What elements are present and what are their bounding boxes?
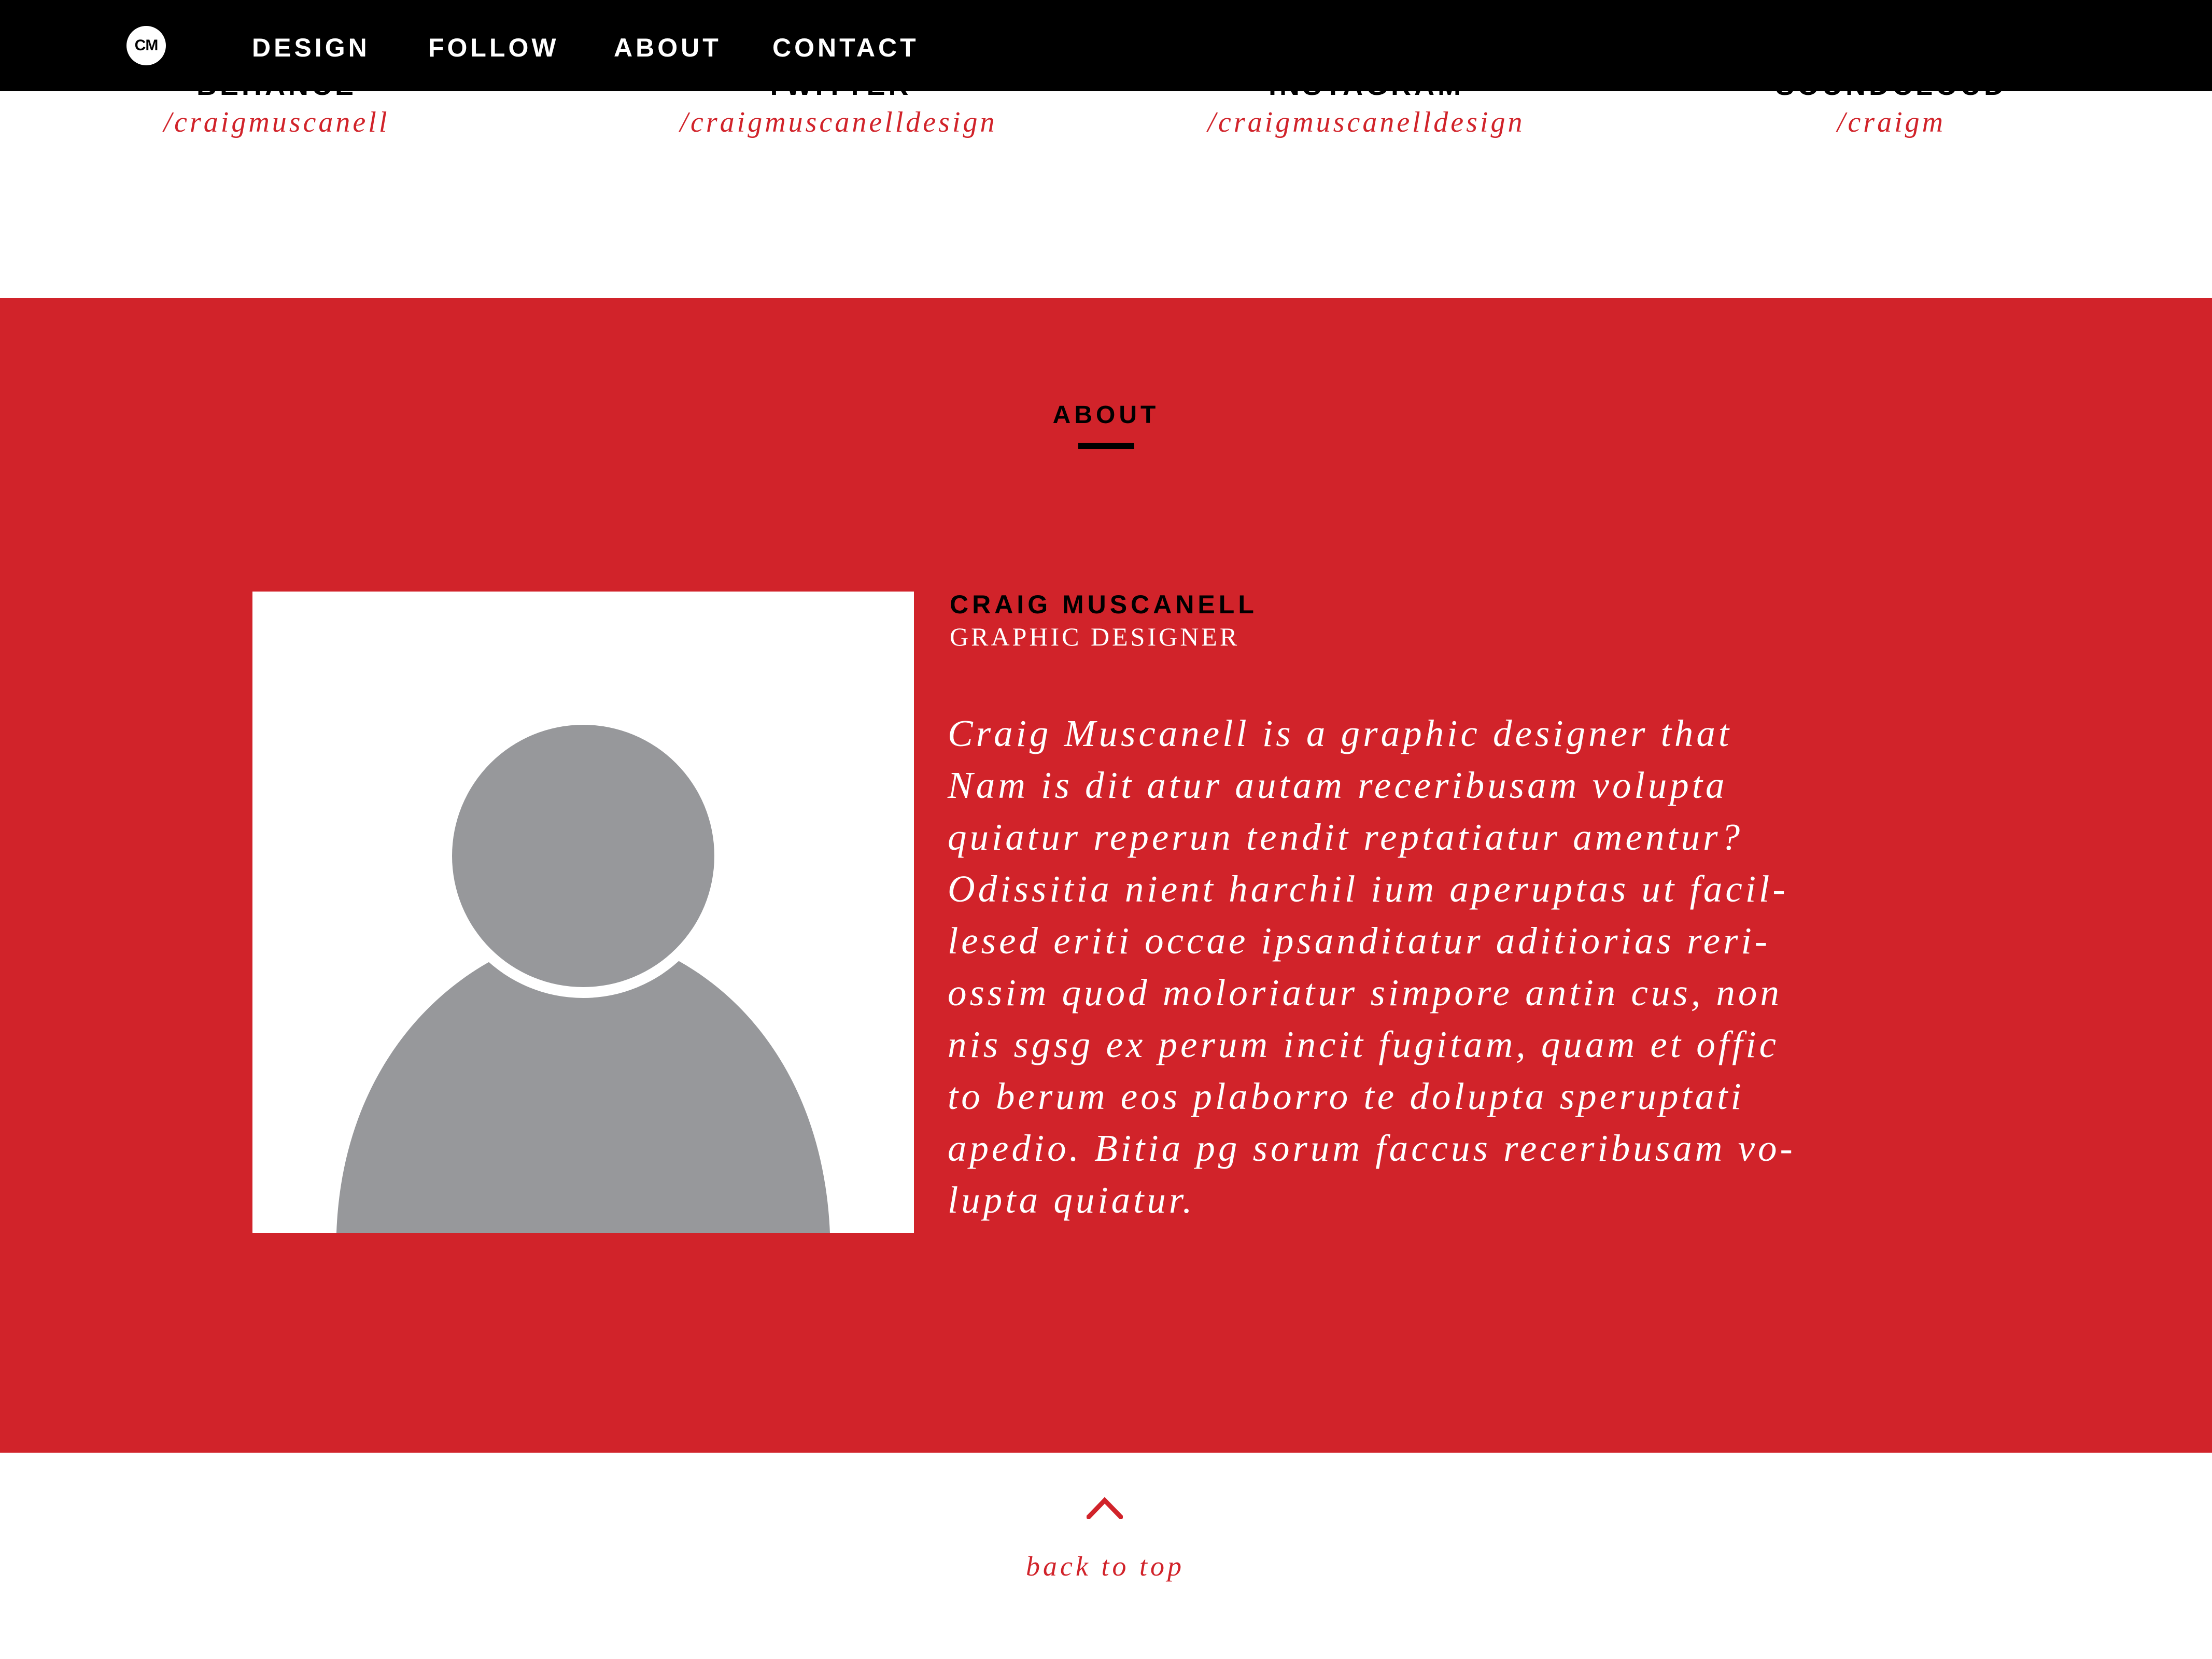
page: BEHANCE /craigmuscanell TWITTER /craigmu… (0, 0, 2212, 1659)
profile-photo-placeholder (252, 592, 914, 1233)
bio-line: lupta quiatur. (948, 1179, 1195, 1221)
follow-handle: /craigmuscanelldesign (1207, 106, 1525, 138)
person-role: GRAPHIC DESIGNER (950, 622, 1240, 651)
nav-link-contact[interactable]: CONTACT (772, 32, 919, 63)
bio-line: nis sgsg ex perum incit fugitam, quam et… (948, 1023, 1780, 1065)
bio-line: quiatur reperun tendit reptatiatur ament… (948, 816, 1743, 858)
bio-line: apedio. Bitia pg sorum faccus receribusa… (948, 1127, 1796, 1169)
bio-line: ossim quod moloriatur simpore antin cus,… (948, 972, 1782, 1014)
bio-line: Odissitia nient harchil ium aperuptas ut… (948, 868, 1788, 910)
section-title-underline (1078, 443, 1134, 449)
bio-line: lesed eriti occae ipsanditatur aditioria… (948, 920, 1771, 962)
bio-paragraph: Craig Muscanell is a graphic designer th… (948, 708, 1984, 1226)
bio-line: Craig Muscanell is a graphic designer th… (948, 712, 1732, 754)
chevron-up-icon (1087, 1497, 1123, 1519)
section-title: ABOUT (1052, 401, 1160, 429)
follow-handle: /craigmuscanelldesign (680, 106, 997, 138)
back-to-top-link[interactable]: back to top (1002, 1496, 1209, 1600)
person-silhouette-icon (336, 714, 830, 1233)
bio-line: to berum eos plaborro te dolupta sperupt… (948, 1075, 1744, 1117)
nav-link-follow[interactable]: FOLLOW (428, 32, 559, 63)
top-navbar: CM DESIGN FOLLOW ABOUT CONTACT (0, 0, 2212, 91)
person-name: CRAIG MUSCANELL (950, 590, 1258, 619)
about-section: ABOUT CRAIG MUSCANELL GRAPHIC DESIGNER C… (0, 298, 2212, 1453)
follow-handle: /craigm (1837, 106, 1946, 138)
nav-link-design[interactable]: DESIGN (252, 32, 370, 63)
back-to-top-label: back to top (1026, 1551, 1185, 1582)
bio-line: Nam is dit atur autam receribusam volupt… (948, 764, 1728, 806)
logo[interactable]: CM (126, 26, 166, 65)
nav-link-about[interactable]: ABOUT (614, 32, 722, 63)
follow-handle: /craigmuscanell (163, 106, 390, 138)
